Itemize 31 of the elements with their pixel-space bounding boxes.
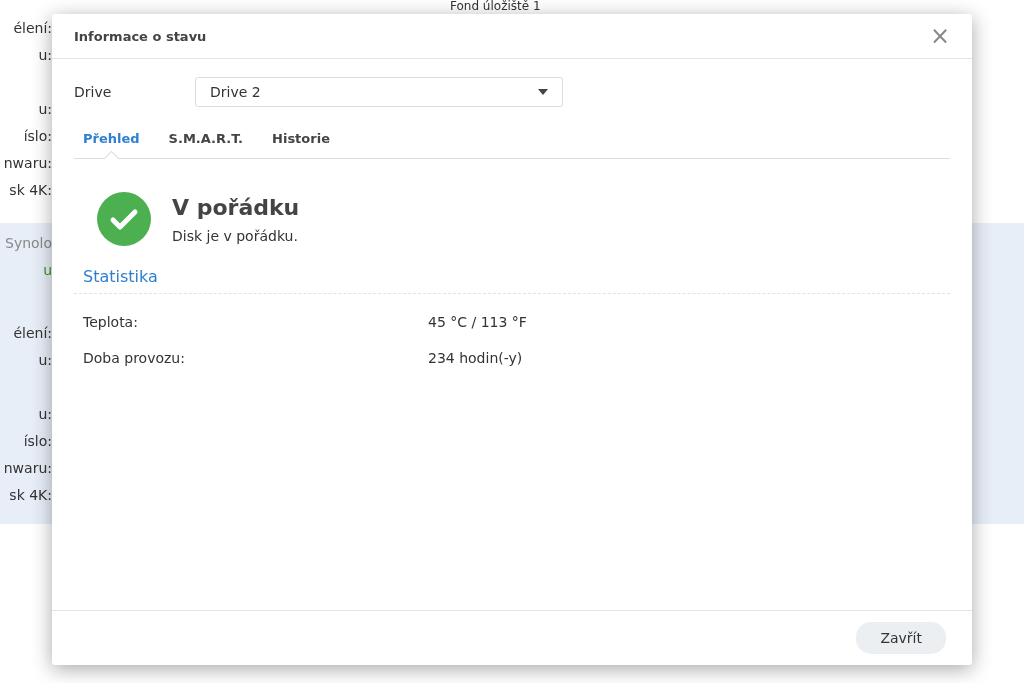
status-message: Disk je v pořádku. (172, 227, 299, 244)
stat-value: 234 hodin(-y) (428, 350, 523, 366)
close-button[interactable]: × (929, 24, 950, 48)
field-label: élení: (13, 19, 52, 36)
status-title: V pořádku (172, 194, 300, 220)
field-label: íslo: (23, 432, 52, 449)
check-circle-icon (96, 191, 152, 247)
storage-pool-name: Fond úložiště 1 (450, 0, 541, 13)
tab[interactable]: S.M.A.R.T. (165, 123, 256, 158)
dialog-title: Informace o stavu (74, 28, 207, 44)
close-dialog-button[interactable]: Zavřít (856, 622, 946, 654)
stat-label: Teplota: (83, 314, 139, 330)
stat-label: Doba provozu: (83, 350, 186, 366)
field-label: íslo: (23, 127, 52, 144)
field-label: élení: (13, 324, 52, 341)
status-text: u (43, 261, 52, 278)
field-label: nwaru: (3, 459, 52, 476)
field-label: u: (38, 46, 52, 63)
section-heading: Statistika (83, 267, 159, 286)
field-label: u: (38, 405, 52, 422)
field-label: u: (38, 351, 52, 368)
tab[interactable]: Historie (269, 123, 342, 158)
caret-icon (538, 89, 548, 95)
drive-label: Drive (74, 84, 113, 100)
field-label: sk 4K: (9, 486, 52, 503)
stat-value: 45 °C / 113 °F (428, 314, 527, 330)
field-label: sk 4K: (9, 181, 52, 198)
panel-title: Synolo (5, 234, 52, 251)
drive-dropdown[interactable]: Drive 2 (195, 77, 563, 107)
field-label: u: (38, 100, 52, 117)
field-label: nwaru: (3, 154, 52, 171)
